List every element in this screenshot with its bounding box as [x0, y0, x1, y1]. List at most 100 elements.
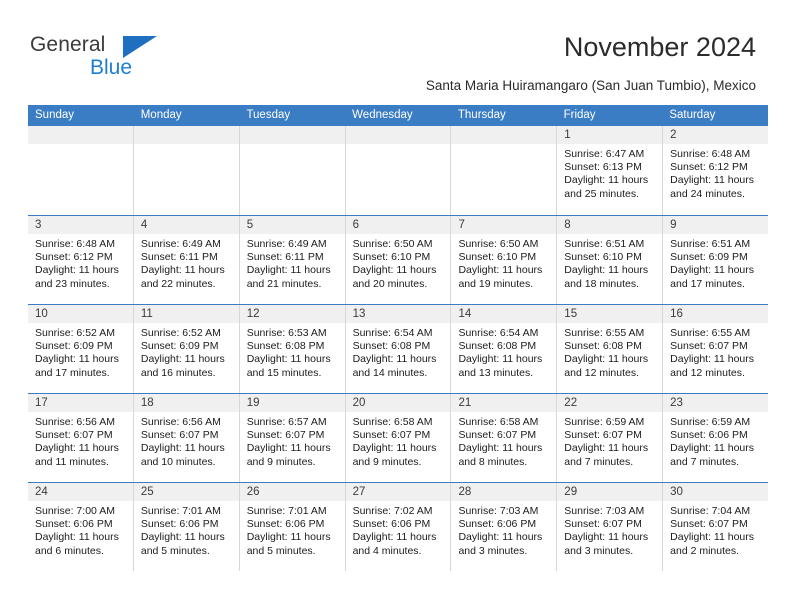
daylight-text: Daylight: 11 hours and 13 minutes. [458, 353, 543, 379]
day-details: Sunrise: 6:51 AM Sunset: 6:09 PM Daylight:… [663, 234, 768, 291]
calendar-day-cell[interactable]: 7 Sunrise: 6:50 AM Sunset: 6:10 PM Daylight… [450, 216, 557, 304]
sunrise-text: Sunrise: 6:48 AM [35, 238, 115, 250]
sunset-text: Sunset: 6:07 PM [670, 518, 748, 531]
calendar-day-cell[interactable]: 29 Sunrise: 7:03 AM Sunset: 6:07 PM Dayligh… [556, 483, 663, 571]
day-number: 15 [557, 305, 663, 323]
sunrise-text: Sunrise: 7:00 AM [35, 505, 115, 517]
sunset-text: Sunset: 6:07 PM [246, 429, 325, 442]
calendar-day-cell[interactable]: 15 Sunrise: 6:55 AM Sunset: 6:08 PM Dayligh… [556, 305, 663, 393]
sunrise-text: Sunrise: 6:52 AM [35, 327, 115, 339]
calendar-day-cell[interactable]: 27 Sunrise: 7:02 AM Sunset: 6:06 PM Dayligh… [344, 483, 451, 571]
calendar-day-cell[interactable]: 16 Sunrise: 6:55 AM Sunset: 6:07 PM Dayligh… [662, 305, 769, 393]
general-blue-logo: General Blue [30, 33, 230, 83]
sunset-text: Sunset: 6:07 PM [140, 429, 219, 442]
daylight-text: Daylight: 11 hours and 16 minutes. [140, 353, 225, 379]
daylight-text: Daylight: 11 hours and 3 minutes. [564, 531, 649, 557]
calendar-day-cell[interactable]: 21 Sunrise: 6:58 AM Sunset: 6:07 PM Dayligh… [450, 394, 557, 482]
calendar-day-cell[interactable]: 9 Sunrise: 6:51 AM Sunset: 6:09 PM Daylight… [662, 216, 769, 304]
calendar-day-cell-empty [344, 126, 451, 215]
day-details: Sunrise: 7:01 AM Sunset: 6:06 PM Daylight:… [134, 501, 239, 558]
sunrise-text: Sunrise: 6:49 AM [246, 238, 327, 250]
calendar-day-cell[interactable]: 22 Sunrise: 6:59 AM Sunset: 6:07 PM Dayligh… [556, 394, 663, 482]
calendar-day-cell[interactable]: 20 Sunrise: 6:58 AM Sunset: 6:07 PM Dayligh… [344, 394, 451, 482]
day-details: Sunrise: 7:04 AM Sunset: 6:07 PM Daylight:… [663, 501, 768, 558]
calendar-day-cell[interactable]: 1 Sunrise: 6:47 AM Sunset: 6:13 PM Daylight… [556, 126, 663, 215]
sunrise-text: Sunrise: 6:50 AM [352, 238, 433, 250]
sunset-text: Sunset: 6:11 PM [246, 251, 324, 264]
day-details: Sunrise: 6:54 AM Sunset: 6:08 PM Daylight:… [451, 323, 556, 380]
daylight-text: Daylight: 11 hours and 7 minutes. [670, 442, 755, 468]
calendar-weeks: 1 Sunrise: 6:47 AM Sunset: 6:13 PM Daylight… [28, 126, 769, 571]
calendar-day-cell[interactable]: 11 Sunrise: 6:52 AM Sunset: 6:09 PM Dayligh… [132, 305, 239, 393]
weekday-header-sunday: Sunday [35, 109, 75, 121]
day-details: Sunrise: 7:00 AM Sunset: 6:06 PM Daylight:… [28, 501, 133, 558]
calendar-day-cell[interactable]: 6 Sunrise: 6:50 AM Sunset: 6:10 PM Daylight… [344, 216, 451, 304]
sunrise-text: Sunrise: 7:03 AM [564, 505, 645, 517]
day-number: 1 [557, 126, 663, 144]
sunrise-text: Sunrise: 7:01 AM [246, 505, 327, 517]
sunset-text: Sunset: 6:06 PM [352, 518, 431, 531]
calendar-day-cell[interactable]: 13 Sunrise: 6:54 AM Sunset: 6:08 PM Dayligh… [344, 305, 451, 393]
calendar-day-cell[interactable]: 30 Sunrise: 7:04 AM Sunset: 6:07 PM Dayligh… [662, 483, 769, 571]
calendar-day-cell[interactable]: 5 Sunrise: 6:49 AM Sunset: 6:11 PM Daylight… [238, 216, 345, 304]
logo-text-blue: Blue [90, 56, 133, 79]
calendar-day-cell[interactable]: 17 Sunrise: 6:56 AM Sunset: 6:07 PM Dayligh… [28, 394, 133, 482]
day-details: Sunrise: 6:57 AM Sunset: 6:07 PM Daylight:… [240, 412, 345, 469]
sunrise-text: Sunrise: 7:03 AM [458, 505, 539, 517]
sunset-text: Sunset: 6:08 PM [564, 340, 642, 353]
day-details: Sunrise: 6:48 AM Sunset: 6:12 PM Daylight:… [663, 144, 768, 201]
weekday-header-friday: Friday [563, 109, 596, 121]
day-number: 3 [28, 216, 133, 234]
daylight-text: Daylight: 11 hours and 12 minutes. [564, 353, 649, 379]
sunrise-text: Sunrise: 6:56 AM [140, 416, 221, 428]
daylight-text: Daylight: 11 hours and 18 minutes. [564, 264, 649, 290]
sunset-text: Sunset: 6:06 PM [246, 518, 325, 531]
daylight-text: Daylight: 11 hours and 9 minutes. [246, 442, 331, 468]
day-details: Sunrise: 6:47 AM Sunset: 6:13 PM Daylight:… [557, 144, 662, 201]
calendar-day-cell[interactable]: 2 Sunrise: 6:48 AM Sunset: 6:12 PM Daylight… [662, 126, 769, 215]
calendar-day-cell[interactable]: 18 Sunrise: 6:56 AM Sunset: 6:07 PM Dayligh… [132, 394, 239, 482]
calendar-day-cell[interactable]: 14 Sunrise: 6:54 AM Sunset: 6:08 PM Dayligh… [450, 305, 557, 393]
weekday-header-tuesday: Tuesday [246, 109, 291, 121]
sunrise-text: Sunrise: 6:52 AM [140, 327, 221, 339]
calendar-day-cell[interactable]: 19 Sunrise: 6:57 AM Sunset: 6:07 PM Dayligh… [238, 394, 345, 482]
calendar-day-cell[interactable]: 10 Sunrise: 6:52 AM Sunset: 6:09 PM Dayligh… [28, 305, 133, 393]
calendar-day-cell[interactable]: 25 Sunrise: 7:01 AM Sunset: 6:06 PM Dayligh… [132, 483, 239, 571]
calendar-day-cell[interactable]: 23 Sunrise: 6:59 AM Sunset: 6:06 PM Dayligh… [662, 394, 769, 482]
calendar-day-cell[interactable]: 3 Sunrise: 6:48 AM Sunset: 6:12 PM Daylight… [28, 216, 133, 304]
day-number: 24 [28, 483, 133, 501]
day-number: 30 [663, 483, 769, 501]
day-details: Sunrise: 6:50 AM Sunset: 6:10 PM Daylight:… [451, 234, 556, 291]
day-details: Sunrise: 6:53 AM Sunset: 6:08 PM Daylight:… [240, 323, 345, 380]
sunset-text: Sunset: 6:08 PM [246, 340, 325, 353]
day-number: 8 [557, 216, 663, 234]
calendar-week-row: 17 Sunrise: 6:56 AM Sunset: 6:07 PM Dayligh… [28, 393, 769, 482]
calendar-day-cell[interactable]: 12 Sunrise: 6:53 AM Sunset: 6:08 PM Dayligh… [238, 305, 345, 393]
day-details: Sunrise: 7:03 AM Sunset: 6:06 PM Daylight:… [451, 501, 556, 558]
daylight-text: Daylight: 11 hours and 4 minutes. [352, 531, 437, 557]
sunrise-text: Sunrise: 6:49 AM [140, 238, 221, 250]
day-number: 5 [239, 216, 345, 234]
day-number [451, 126, 557, 144]
sunrise-text: Sunrise: 7:02 AM [352, 505, 433, 517]
calendar-day-cell-empty [450, 126, 557, 215]
day-number: 2 [663, 126, 769, 144]
sunset-text: Sunset: 6:12 PM [35, 251, 113, 264]
day-number: 7 [451, 216, 557, 234]
sunset-text: Sunset: 6:06 PM [35, 518, 113, 531]
calendar-day-cell[interactable]: 24 Sunrise: 7:00 AM Sunset: 6:06 PM Dayligh… [28, 483, 133, 571]
calendar-week-row: 1 Sunrise: 6:47 AM Sunset: 6:13 PM Daylight… [28, 126, 769, 215]
day-number: 26 [239, 483, 345, 501]
sunset-text: Sunset: 6:07 PM [564, 429, 642, 442]
day-number: 11 [133, 305, 239, 323]
calendar-day-cell[interactable]: 28 Sunrise: 7:03 AM Sunset: 6:06 PM Dayligh… [450, 483, 557, 571]
calendar-day-cell[interactable]: 26 Sunrise: 7:01 AM Sunset: 6:06 PM Dayligh… [238, 483, 345, 571]
day-number: 29 [557, 483, 663, 501]
calendar-day-cell[interactable]: 4 Sunrise: 6:49 AM Sunset: 6:11 PM Daylight… [132, 216, 239, 304]
calendar-day-cell[interactable]: 8 Sunrise: 6:51 AM Sunset: 6:10 PM Daylight… [556, 216, 663, 304]
daylight-text: Daylight: 11 hours and 5 minutes. [140, 531, 225, 557]
day-number: 4 [133, 216, 239, 234]
sunrise-text: Sunrise: 6:58 AM [352, 416, 433, 428]
sunrise-text: Sunrise: 6:50 AM [458, 238, 539, 250]
sunset-text: Sunset: 6:10 PM [352, 251, 431, 264]
